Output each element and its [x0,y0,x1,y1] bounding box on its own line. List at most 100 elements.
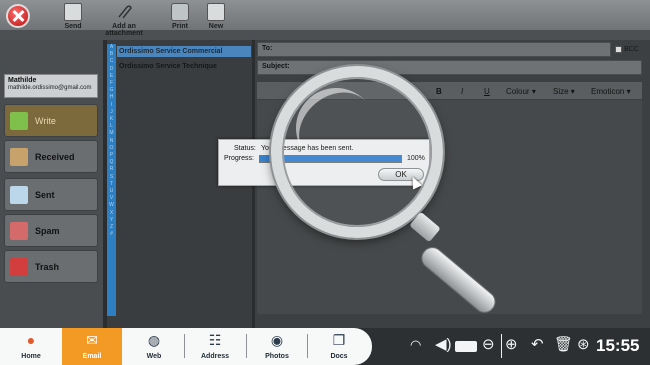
account-box: Mathilde mathilde.ordissimo@gmail.com [4,74,98,98]
attach-label: Add an attachment [105,23,143,37]
app-label: Home [21,353,41,360]
folder-label: Write [35,116,56,126]
send-icon [64,3,82,21]
to-field[interactable] [257,42,611,57]
account-name: Mathilde [8,77,37,84]
alphabet-letter[interactable]: U [107,188,116,195]
subject-field[interactable] [257,60,642,75]
alphabet-letter[interactable]: S [107,174,116,181]
alphabet-letter[interactable]: L [107,123,116,130]
alphabet-letter[interactable]: G [107,87,116,94]
battery-icon [455,341,477,352]
alphabet-letter[interactable]: F [107,80,116,87]
size-dropdown[interactable]: Size ▾ [553,87,575,96]
close-icon[interactable] [6,4,30,28]
contact-item[interactable]: Ordissimo Service Technique [117,61,251,72]
alphabet-letter[interactable]: J [107,109,116,116]
chevron-down-icon: ▾ [570,87,575,96]
alphabet-letter[interactable]: Z [107,224,116,231]
alphabet-index[interactable]: A B C D E F G H I J K L M N O P Q R S T U V W X Y Z # [107,44,116,316]
separator [184,334,185,358]
address-book-icon: ☷ [208,332,222,348]
app-address[interactable]: ☷ Address [187,328,243,365]
bcc-checkbox[interactable] [615,46,622,53]
folder-sent[interactable]: Sent [4,178,98,211]
alphabet-letter[interactable]: H [107,94,116,101]
app-home[interactable]: ● Home [3,328,59,365]
folder-label: Trash [35,262,60,272]
folder-label: Spam [35,226,60,236]
alphabet-letter[interactable]: C [107,58,116,65]
underline-button[interactable]: U [484,87,490,96]
folder-spam[interactable]: Spam [4,214,98,247]
alphabet-letter[interactable]: B [107,51,116,58]
size-label: Size [553,87,569,96]
app-web[interactable]: ◍ Web [126,328,182,365]
folder-trash[interactable]: Trash [4,250,98,283]
alphabet-letter[interactable]: A [107,44,116,51]
alphabet-letter[interactable]: R [107,166,116,173]
zoom-out-icon[interactable]: ⊖ [482,336,495,354]
alphabet-letter[interactable]: N [107,138,116,145]
separator [246,334,247,358]
bold-button[interactable]: B [436,87,442,96]
alphabet-letter[interactable]: I [107,102,116,109]
wifi-icon[interactable]: ◠ [410,336,421,354]
zoom-in-icon[interactable]: ⊕ [505,336,518,354]
alphabet-letter[interactable]: O [107,145,116,152]
pencil-icon [10,112,28,130]
alphabet-letter[interactable]: W [107,202,116,209]
alphabet-letter[interactable]: V [107,195,116,202]
app-docs[interactable]: ❐ Docs [311,328,367,365]
app-label: Web [146,353,162,360]
alphabet-letter[interactable]: E [107,73,116,80]
folder-received[interactable]: Received [4,140,98,173]
status-label: Status: [234,145,256,152]
folder-label: Sent [35,190,55,200]
help-lifebuoy-icon[interactable]: ⊛ [577,336,590,354]
separator [307,334,308,358]
send-button[interactable]: Send [62,3,84,35]
account-email: mathilde.ordissimo@gmail.com [8,85,92,91]
inbox-icon [10,148,28,166]
contact-item[interactable]: Ordissimo Service Commercial [117,46,251,57]
app-email[interactable]: ✉ Email [62,328,122,365]
alphabet-letter[interactable]: T [107,181,116,188]
separator [501,334,502,358]
add-attachment-button[interactable]: Add an attachment [94,3,154,37]
print-button[interactable]: Print [169,3,191,35]
undo-icon[interactable]: ↶ [531,336,544,354]
bcc-label: BCC [624,46,639,53]
paperclip-icon [115,3,133,21]
alphabet-letter[interactable]: # [107,231,116,238]
folder-label: Received [35,152,75,162]
folder-write[interactable]: Write [4,104,98,137]
clock: 15:55 [596,336,640,355]
alphabet-letter[interactable]: P [107,152,116,159]
send-label: Send [64,23,82,30]
alphabet-letter[interactable]: D [107,66,116,73]
trash-bin-icon[interactable]: 🗑 [554,336,573,354]
app-photos[interactable]: ◉ Photos [249,328,305,365]
alphabet-letter[interactable]: Y [107,217,116,224]
colour-label: Colour [506,87,530,96]
email-icon: ✉ [86,332,98,348]
globe-icon: ◍ [147,332,161,348]
alphabet-letter[interactable]: Q [107,159,116,166]
spam-icon [10,222,28,240]
emoticon-dropdown[interactable]: Emoticon ▾ [591,87,631,96]
volume-icon[interactable]: ◀) [435,336,452,354]
alphabet-letter[interactable]: M [107,130,116,137]
chevron-down-icon: ▾ [531,87,536,96]
documents-icon: ❐ [332,332,346,348]
alphabet-letter[interactable]: X [107,210,116,217]
new-label: New [208,23,224,30]
italic-button[interactable]: I [461,87,463,96]
subject-label: Subject: [262,63,290,70]
new-button[interactable]: New [205,3,227,35]
printer-icon [171,3,189,21]
app-label: Email [82,353,102,360]
alphabet-letter[interactable]: K [107,116,116,123]
colour-dropdown[interactable]: Colour ▾ [506,87,536,96]
app-label: Photos [265,353,289,360]
